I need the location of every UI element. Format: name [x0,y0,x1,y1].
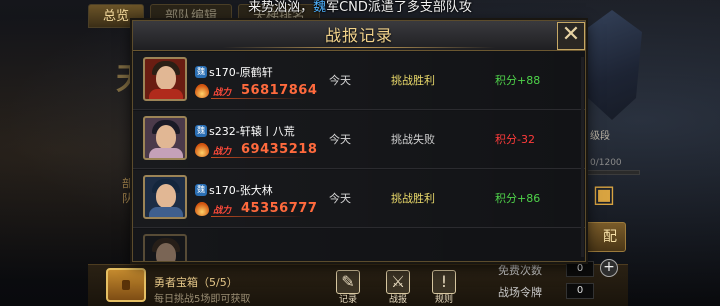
player-name: s170-张大林 [209,184,273,197]
record-button[interactable]: ✎ [336,270,360,294]
player-name: s170-原鹤轩 [209,66,273,79]
pencil-icon: ✎ [341,272,355,291]
banner-text-1: 来势汹汹， [248,0,314,15]
record-row[interactable]: 魏 s170-原鹤轩 战力 56817864 今天 挑战胜利 积分+88 [133,52,585,110]
battle-report-button[interactable]: ⚔ [386,270,410,294]
power-value: 45356777 [241,201,318,216]
player-name: s232-轩辕丨八荒 [209,125,295,138]
battle-token-value: 0 [566,283,594,299]
avatar [143,57,187,101]
battle-report-button-label: 战报 [388,295,407,305]
power-label: 战力 [213,147,232,157]
fire-icon [195,143,209,157]
record-row[interactable]: 魏 s232-轩辕丨八荒 战力 69435218 今天 挑战失败 积分-32 [133,111,585,169]
battle-report-dialog: 战报记录 ✕ 魏 s170-原鹤轩 战力 56817864 今天 挑战胜利 积分… [132,20,586,262]
record-day: 今天 [329,133,351,146]
fire-icon [195,84,209,98]
rank-tier-text: 级段 [590,131,610,142]
power-value: 69435218 [241,142,318,157]
power-value: 56817864 [241,83,318,98]
record-score: 积分+86 [495,192,541,205]
close-icon: ✕ [561,22,581,47]
record-score: 积分-32 [495,133,535,146]
chest-description: 每日挑战5场即可获取 [154,294,251,305]
record-row-partial[interactable] [133,229,585,261]
record-day: 今天 [329,192,351,205]
record-result: 挑战失败 [391,133,435,146]
record-list: 魏 s170-原鹤轩 战力 56817864 今天 挑战胜利 积分+88 魏 s… [133,52,585,261]
free-times-value: 0 [566,261,594,277]
rules-button[interactable]: ! [432,270,456,294]
chest-title: 勇者宝箱（5/5） [154,276,238,289]
record-day: 今天 [329,74,351,87]
fire-icon [195,202,209,216]
config-button[interactable]: 配 [580,222,626,252]
banner-faction: 魏 [313,0,327,15]
scrolling-banner: 来势汹汹，魏军CND派遣了多支部队攻 [0,0,720,16]
add-times-button[interactable]: + [600,259,618,277]
power-display: 战力 45356777 [195,201,317,217]
exclamation-icon: ! [440,272,448,291]
banner-text-2: 军CND派遣了多支部队攻 [326,0,472,15]
power-display: 战力 56817864 [195,83,317,99]
faction-badge: 魏 [195,184,207,196]
reward-chest-icon[interactable]: ▣ [588,180,620,208]
rank-progress-bar [586,170,640,175]
dialog-title: 战报记录 [324,26,393,45]
record-score: 积分+88 [495,74,541,87]
record-button-label: 记录 [338,295,357,305]
avatar [143,116,187,160]
brave-chest-icon[interactable] [106,268,146,302]
rules-button-label: 规则 [434,295,453,305]
record-result: 挑战胜利 [391,74,435,87]
record-list-scrollbar[interactable] [581,57,584,257]
power-label: 战力 [213,88,232,98]
free-times-label: 免费次数 [498,264,542,277]
faction-badge: 魏 [195,125,207,137]
rank-progress-text: 0/1200 [590,158,622,168]
power-label: 战力 [213,206,232,216]
avatar [143,234,187,261]
close-button[interactable]: ✕ [557,22,585,50]
crossed-swords-icon: ⚔ [390,272,406,291]
avatar [143,175,187,219]
faction-badge: 魏 [195,66,207,78]
record-result: 挑战胜利 [391,192,435,205]
record-row[interactable]: 魏 s170-张大林 战力 45356777 今天 挑战胜利 积分+86 [133,170,585,228]
power-display: 战力 69435218 [195,142,317,158]
battle-token-label: 战场令牌 [498,286,542,299]
